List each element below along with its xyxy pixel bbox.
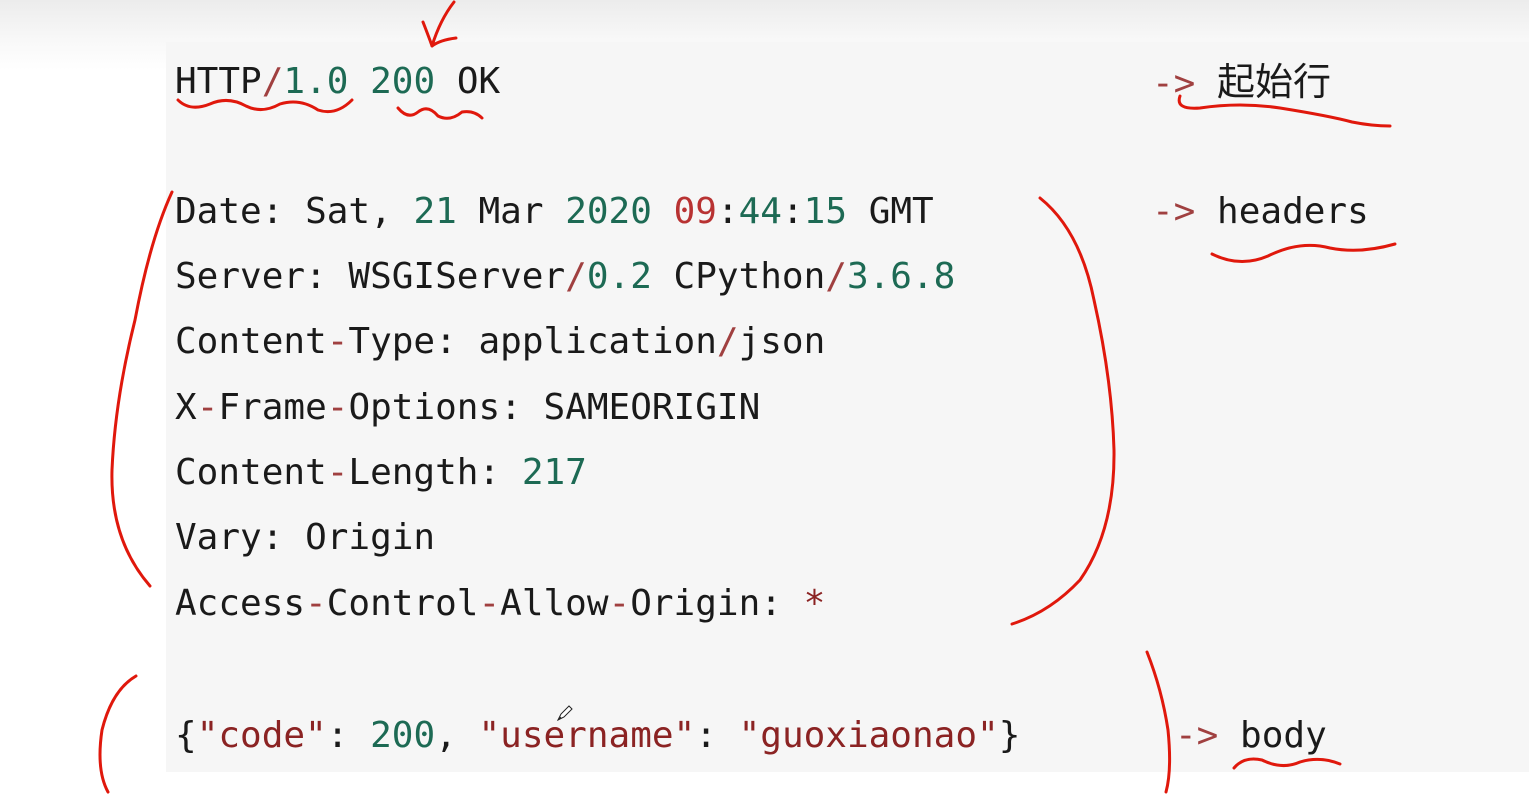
header-token: Content [175, 452, 327, 493]
version-token: 1.0 [283, 61, 349, 102]
ink-left-bracket-headers [110, 190, 174, 588]
header-line: X-Frame-Options: SAMEORIGIN [175, 383, 760, 433]
header-token: Allow [500, 583, 609, 624]
header-token: - [326, 387, 349, 428]
body-token: } [998, 715, 1021, 756]
header-token: 44 [738, 191, 782, 232]
header-token: 15 [803, 191, 848, 232]
header-line: Access-Control-Allow-Origin: * [175, 579, 825, 629]
body-label: body [1240, 715, 1327, 756]
header-token: / [565, 256, 587, 297]
header-token: Options [348, 387, 501, 428]
header-token: 0.2 [586, 256, 652, 297]
header-token: / [716, 321, 739, 362]
ink-left-bracket-body [98, 674, 138, 794]
header-token: * [803, 583, 826, 624]
header-token: Length [348, 452, 479, 493]
header-token: : [261, 517, 306, 558]
header-token: SAMEORIGIN [543, 387, 761, 428]
header-token: Frame [218, 387, 327, 428]
header-token: , [370, 191, 414, 232]
headers-annotation: -> headers [1152, 187, 1369, 237]
header-token: Control [326, 583, 479, 624]
body-token: 200 [370, 715, 436, 756]
body-token: : [326, 715, 371, 756]
header-token: : [478, 452, 522, 493]
header-line: Vary: Origin [175, 513, 435, 563]
header-token: - [326, 321, 349, 362]
header-line: Content-Length: 217 [175, 448, 587, 498]
header-token: application [478, 321, 717, 362]
header-token: : [781, 191, 804, 232]
reason-token: OK [456, 61, 501, 102]
header-token: GMT [847, 191, 934, 232]
header-token: - [196, 387, 219, 428]
header-token: 2020 [565, 191, 652, 232]
body-line: {"code": 200, "username": "guoxiaonao"} [175, 711, 1020, 761]
header-token: Mar [456, 191, 566, 232]
slash-token: / [261, 61, 284, 102]
header-token: CPython [651, 256, 826, 297]
header-token: Origin [630, 583, 761, 624]
header-token: json [738, 321, 826, 362]
header-token [652, 191, 674, 232]
header-token: : [305, 256, 349, 297]
header-token: WSGIServer [348, 256, 566, 297]
body-token: "guoxiaonao" [738, 715, 999, 756]
header-token: : [760, 583, 804, 624]
status-line: HTTP/1.0 200 OK [175, 57, 500, 107]
header-token: - [478, 583, 501, 624]
start-line-annotation: -> 起始行 [1152, 57, 1331, 107]
protocol-token: HTTP [175, 61, 262, 102]
header-token: 09 [673, 191, 717, 232]
header-token: - [305, 583, 327, 624]
headers-label: headers [1217, 191, 1369, 232]
header-token: Access [175, 583, 306, 624]
header-token: : [716, 191, 739, 232]
header-token: Type [348, 321, 436, 362]
header-token: Content [175, 321, 327, 362]
header-token: 217 [521, 452, 587, 493]
header-token: Vary [175, 517, 262, 558]
header-token: Sat [305, 191, 371, 232]
header-token: 3.6.8 [846, 256, 956, 297]
status-code-token: 200 [370, 61, 436, 102]
screen: HTTP/1.0 200 OK Date: Sat, 21 Mar 2020 0… [0, 0, 1529, 794]
header-token: 21 [413, 191, 457, 232]
header-line: Server: WSGIServer/0.2 CPython/3.6.8 [175, 252, 955, 302]
arrow-icon: -> [1152, 191, 1196, 232]
pen-cursor-icon [556, 705, 573, 722]
body-token: "code" [196, 715, 327, 756]
header-token: : [500, 387, 544, 428]
arrow-icon: -> [1175, 715, 1219, 756]
header-token: / [825, 256, 847, 297]
header-token: : [435, 321, 479, 362]
header-token: - [326, 452, 349, 493]
header-line: Date: Sat, 21 Mar 2020 09:44:15 GMT [175, 187, 934, 237]
body-annotation: -> body [1175, 711, 1327, 761]
header-line: Content-Type: application/json [175, 317, 825, 367]
body-token: : [695, 715, 739, 756]
header-token: : [261, 191, 306, 232]
header-token: Server [175, 256, 306, 297]
header-token: Date [175, 191, 262, 232]
start-line-label: 起始行 [1217, 60, 1332, 104]
header-token: X [175, 387, 197, 428]
header-token: Origin [305, 517, 436, 558]
body-token: , [435, 715, 479, 756]
body-token: { [175, 715, 197, 756]
body-token: "username" [478, 715, 696, 756]
header-token: - [608, 583, 631, 624]
arrow-icon: -> [1152, 63, 1196, 104]
ink-check-mark [421, 0, 458, 48]
